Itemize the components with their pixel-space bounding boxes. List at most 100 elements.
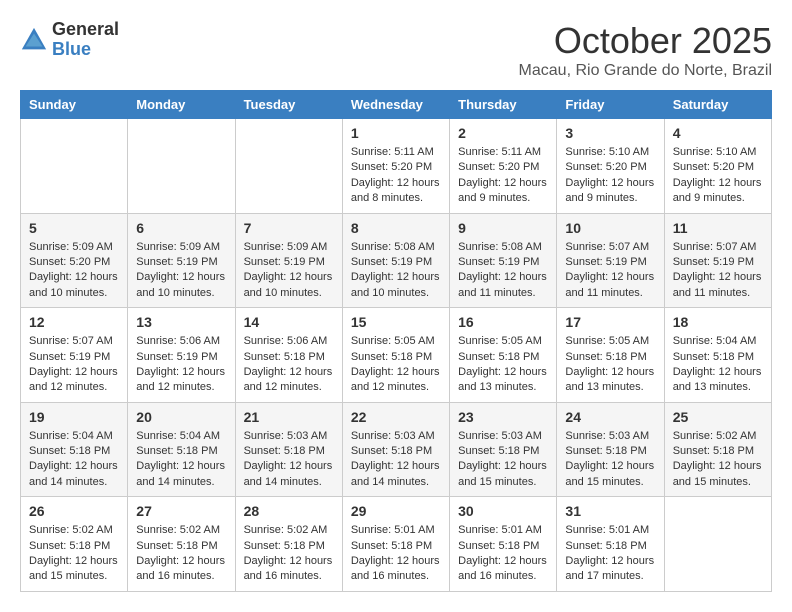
- day-info: Sunrise: 5:04 AM Sunset: 5:18 PM Dayligh…: [673, 334, 763, 396]
- day-number: 13: [136, 314, 226, 330]
- calendar-cell: [128, 119, 235, 214]
- day-number: 6: [136, 220, 226, 236]
- header-row: SundayMondayTuesdayWednesdayThursdayFrid…: [21, 91, 772, 119]
- calendar-cell: 20 Sunrise: 5:04 AM Sunset: 5:18 PM Dayli…: [128, 402, 235, 497]
- day-info: Sunrise: 5:05 AM Sunset: 5:18 PM Dayligh…: [565, 334, 655, 396]
- day-info: Sunrise: 5:01 AM Sunset: 5:18 PM Dayligh…: [565, 523, 655, 585]
- day-info: Sunrise: 5:08 AM Sunset: 5:19 PM Dayligh…: [458, 240, 548, 302]
- calendar-cell: 29Sunrise: 5:01 AM Sunset: 5:18 PM Dayli…: [342, 497, 449, 592]
- day-info: Sunrise: 5:05 AM Sunset: 5:18 PM Dayligh…: [458, 334, 548, 396]
- calendar-week-3: 12 Sunrise: 5:07 AM Sunset: 5:19 PM Dayli…: [21, 308, 772, 403]
- day-info: Sunrise: 5:03 AM Sunset: 5:18 PM Dayligh…: [458, 429, 548, 491]
- calendar-cell: 5 Sunrise: 5:09 AM Sunset: 5:20 PM Daylig…: [21, 213, 128, 308]
- calendar-cell: 7Sunrise: 5:09 AM Sunset: 5:19 PM Daylig…: [235, 213, 342, 308]
- day-info: Sunrise: 5:02 AM Sunset: 5:18 PM Dayligh…: [136, 523, 226, 585]
- header-cell-monday: Monday: [128, 91, 235, 119]
- logo-blue-text: Blue: [52, 40, 119, 60]
- calendar-table: SundayMondayTuesdayWednesdayThursdayFrid…: [20, 90, 772, 592]
- day-info: Sunrise: 5:10 AM Sunset: 5:20 PM Dayligh…: [673, 145, 763, 207]
- calendar-cell: [235, 119, 342, 214]
- calendar-cell: 17 Sunrise: 5:05 AM Sunset: 5:18 PM Dayli…: [557, 308, 664, 403]
- day-number: 28: [244, 503, 334, 519]
- day-info: Sunrise: 5:06 AM Sunset: 5:19 PM Dayligh…: [136, 334, 226, 396]
- calendar-cell: 19 Sunrise: 5:04 AM Sunset: 5:18 PM Dayli…: [21, 402, 128, 497]
- day-info: Sunrise: 5:08 AM Sunset: 5:19 PM Dayligh…: [351, 240, 441, 302]
- day-number: 2: [458, 125, 548, 141]
- calendar-week-1: 1 Sunrise: 5:11 AM Sunset: 5:20 PM Daylig…: [21, 119, 772, 214]
- header-cell-wednesday: Wednesday: [342, 91, 449, 119]
- day-number: 31: [565, 503, 655, 519]
- day-info: Sunrise: 5:09 AM Sunset: 5:19 PM Dayligh…: [136, 240, 226, 302]
- calendar-cell: 4 Sunrise: 5:10 AM Sunset: 5:20 PM Daylig…: [664, 119, 771, 214]
- title-section: October 2025 Macau, Rio Grande do Norte,…: [519, 20, 772, 80]
- calendar-cell: 16 Sunrise: 5:05 AM Sunset: 5:18 PM Dayli…: [450, 308, 557, 403]
- month-title: October 2025: [519, 20, 772, 62]
- calendar-cell: 6 Sunrise: 5:09 AM Sunset: 5:19 PM Daylig…: [128, 213, 235, 308]
- day-number: 12: [29, 314, 119, 330]
- day-number: 24: [565, 409, 655, 425]
- calendar-cell: 24 Sunrise: 5:03 AM Sunset: 5:18 PM Dayli…: [557, 402, 664, 497]
- day-info: Sunrise: 5:05 AM Sunset: 5:18 PM Dayligh…: [351, 334, 441, 396]
- header-cell-thursday: Thursday: [450, 91, 557, 119]
- header-cell-sunday: Sunday: [21, 91, 128, 119]
- calendar-cell: 31 Sunrise: 5:01 AM Sunset: 5:18 PM Dayli…: [557, 497, 664, 592]
- calendar-week-4: 19 Sunrise: 5:04 AM Sunset: 5:18 PM Dayli…: [21, 402, 772, 497]
- day-number: 26: [29, 503, 119, 519]
- day-number: 4: [673, 125, 763, 141]
- day-number: 27: [136, 503, 226, 519]
- day-info: Sunrise: 5:02 AM Sunset: 5:18 PM Dayligh…: [29, 523, 119, 585]
- day-number: 18: [673, 314, 763, 330]
- calendar-cell: 14 Sunrise: 5:06 AM Sunset: 5:18 PM Dayli…: [235, 308, 342, 403]
- logo-icon: [20, 26, 48, 54]
- day-number: 16: [458, 314, 548, 330]
- day-info: Sunrise: 5:03 AM Sunset: 5:18 PM Dayligh…: [244, 429, 334, 491]
- calendar-cell: 30 Sunrise: 5:01 AM Sunset: 5:18 PM Dayli…: [450, 497, 557, 592]
- day-info: Sunrise: 5:02 AM Sunset: 5:18 PM Dayligh…: [244, 523, 334, 585]
- day-info: Sunrise: 5:11 AM Sunset: 5:20 PM Dayligh…: [458, 145, 548, 207]
- calendar-cell: 11 Sunrise: 5:07 AM Sunset: 5:19 PM Dayli…: [664, 213, 771, 308]
- calendar-week-2: 5 Sunrise: 5:09 AM Sunset: 5:20 PM Daylig…: [21, 213, 772, 308]
- calendar-cell: 21Sunrise: 5:03 AM Sunset: 5:18 PM Dayli…: [235, 402, 342, 497]
- day-number: 25: [673, 409, 763, 425]
- day-number: 11: [673, 220, 763, 236]
- day-info: Sunrise: 5:07 AM Sunset: 5:19 PM Dayligh…: [673, 240, 763, 302]
- header-cell-saturday: Saturday: [664, 91, 771, 119]
- day-info: Sunrise: 5:07 AM Sunset: 5:19 PM Dayligh…: [29, 334, 119, 396]
- day-number: 30: [458, 503, 548, 519]
- day-number: 20: [136, 409, 226, 425]
- day-number: 23: [458, 409, 548, 425]
- calendar-body: 1 Sunrise: 5:11 AM Sunset: 5:20 PM Daylig…: [21, 119, 772, 592]
- day-number: 1: [351, 125, 441, 141]
- day-info: Sunrise: 5:10 AM Sunset: 5:20 PM Dayligh…: [565, 145, 655, 207]
- day-info: Sunrise: 5:09 AM Sunset: 5:19 PM Dayligh…: [244, 240, 334, 302]
- day-info: Sunrise: 5:11 AM Sunset: 5:20 PM Dayligh…: [351, 145, 441, 207]
- day-info: Sunrise: 5:02 AM Sunset: 5:18 PM Dayligh…: [673, 429, 763, 491]
- calendar-cell: 3Sunrise: 5:10 AM Sunset: 5:20 PM Daylig…: [557, 119, 664, 214]
- day-number: 19: [29, 409, 119, 425]
- calendar-cell: 10Sunrise: 5:07 AM Sunset: 5:19 PM Dayli…: [557, 213, 664, 308]
- day-info: Sunrise: 5:04 AM Sunset: 5:18 PM Dayligh…: [136, 429, 226, 491]
- day-info: Sunrise: 5:01 AM Sunset: 5:18 PM Dayligh…: [458, 523, 548, 585]
- page-header: General Blue October 2025 Macau, Rio Gra…: [20, 20, 772, 80]
- day-number: 5: [29, 220, 119, 236]
- calendar-cell: 15Sunrise: 5:05 AM Sunset: 5:18 PM Dayli…: [342, 308, 449, 403]
- calendar-header: SundayMondayTuesdayWednesdayThursdayFrid…: [21, 91, 772, 119]
- calendar-cell: [21, 119, 128, 214]
- day-number: 9: [458, 220, 548, 236]
- calendar-cell: 22Sunrise: 5:03 AM Sunset: 5:18 PM Dayli…: [342, 402, 449, 497]
- calendar-cell: 13 Sunrise: 5:06 AM Sunset: 5:19 PM Dayli…: [128, 308, 235, 403]
- day-number: 17: [565, 314, 655, 330]
- day-info: Sunrise: 5:06 AM Sunset: 5:18 PM Dayligh…: [244, 334, 334, 396]
- calendar-cell: 25 Sunrise: 5:02 AM Sunset: 5:18 PM Dayli…: [664, 402, 771, 497]
- calendar-cell: 1 Sunrise: 5:11 AM Sunset: 5:20 PM Daylig…: [342, 119, 449, 214]
- calendar-cell: [664, 497, 771, 592]
- day-info: Sunrise: 5:04 AM Sunset: 5:18 PM Dayligh…: [29, 429, 119, 491]
- calendar-cell: 23 Sunrise: 5:03 AM Sunset: 5:18 PM Dayli…: [450, 402, 557, 497]
- day-number: 8: [351, 220, 441, 236]
- day-info: Sunrise: 5:09 AM Sunset: 5:20 PM Dayligh…: [29, 240, 119, 302]
- day-info: Sunrise: 5:03 AM Sunset: 5:18 PM Dayligh…: [565, 429, 655, 491]
- calendar-cell: 2 Sunrise: 5:11 AM Sunset: 5:20 PM Daylig…: [450, 119, 557, 214]
- day-info: Sunrise: 5:07 AM Sunset: 5:19 PM Dayligh…: [565, 240, 655, 302]
- day-number: 14: [244, 314, 334, 330]
- calendar-cell: 18 Sunrise: 5:04 AM Sunset: 5:18 PM Dayli…: [664, 308, 771, 403]
